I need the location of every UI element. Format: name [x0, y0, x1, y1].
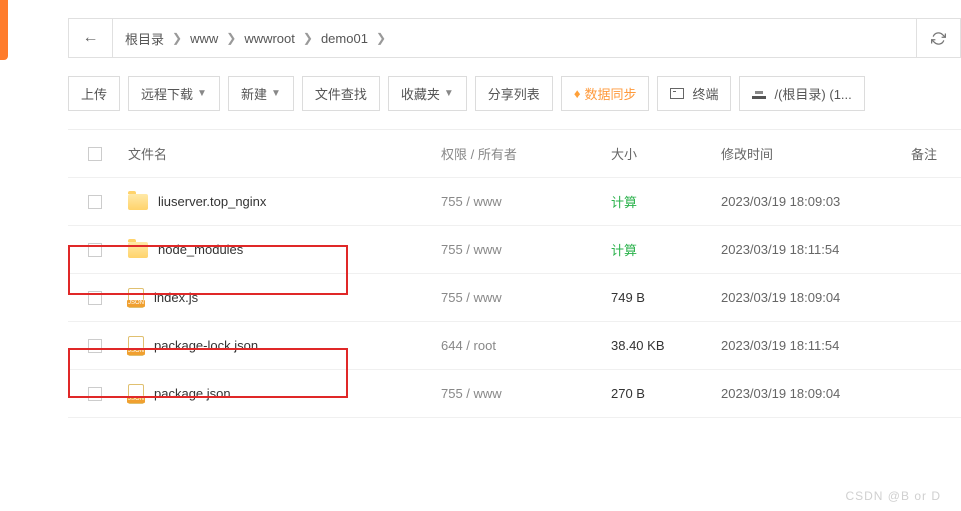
breadcrumb-root[interactable]: 根目录 [125, 29, 164, 48]
file-icon [128, 384, 144, 404]
main-panel: ← 根目录 ❯ www ❯ wwwroot ❯ demo01 ❯ 上传 远程下载… [20, 0, 961, 418]
label: 终端 [692, 84, 718, 103]
breadcrumb-bar: ← 根目录 ❯ www ❯ wwwroot ❯ demo01 ❯ [68, 18, 961, 58]
label: 收藏夹 [401, 84, 440, 103]
file-time: 2023/03/19 18:11:54 [721, 338, 911, 353]
file-size: 38.40 KB [611, 338, 721, 353]
table-header: 文件名 权限 / 所有者 大小 修改时间 备注 [68, 130, 961, 178]
label: 远程下载 [141, 84, 193, 103]
disk-icon [752, 89, 766, 99]
breadcrumb-item[interactable]: www [190, 31, 218, 46]
col-time[interactable]: 修改时间 [721, 144, 911, 163]
watermark: CSDN @B or D [845, 489, 941, 503]
terminal-button[interactable]: 终端 [657, 76, 731, 111]
file-icon [128, 288, 144, 308]
file-name[interactable]: package-lock.json [154, 338, 258, 353]
upload-button[interactable]: 上传 [68, 76, 120, 111]
col-perm[interactable]: 权限 / 所有者 [441, 144, 611, 163]
table-row[interactable]: package-lock.json 644 / root38.40 KB2023/… [68, 322, 961, 370]
col-size[interactable]: 大小 [611, 144, 721, 163]
file-time: 2023/03/19 18:09:03 [721, 194, 911, 209]
file-name[interactable]: package.json [154, 386, 231, 401]
file-name[interactable]: index.js [154, 290, 198, 305]
file-time: 2023/03/19 18:09:04 [721, 290, 911, 305]
disk-button[interactable]: /(根目录) (1... [739, 76, 864, 111]
col-name[interactable]: 文件名 [122, 144, 441, 163]
table-row[interactable]: index.js 755 / www749 B2023/03/19 18:09:0… [68, 274, 961, 322]
favorites-button[interactable]: 收藏夹 ▼ [388, 76, 467, 111]
table-row[interactable]: node_modules 755 / www计算2023/03/19 18:11:… [68, 226, 961, 274]
gem-icon: ♦ [574, 86, 581, 101]
row-checkbox[interactable] [88, 387, 102, 401]
row-checkbox[interactable] [88, 243, 102, 257]
file-size[interactable]: 计算 [611, 240, 721, 259]
file-table: 文件名 权限 / 所有者 大小 修改时间 备注 liuserver.top_ng… [68, 129, 961, 418]
folder-icon [128, 194, 148, 210]
file-size: 749 B [611, 290, 721, 305]
select-all-checkbox[interactable] [88, 147, 102, 161]
terminal-icon [670, 88, 684, 99]
file-perm: 755 / www [441, 194, 611, 209]
chevron-right-icon: ❯ [172, 31, 182, 45]
row-checkbox[interactable] [88, 339, 102, 353]
breadcrumb: 根目录 ❯ www ❯ wwwroot ❯ demo01 ❯ [113, 29, 916, 48]
label: 数据同步 [584, 84, 636, 103]
refresh-icon [931, 31, 946, 46]
new-button[interactable]: 新建 ▼ [228, 76, 294, 111]
file-perm: 755 / www [441, 386, 611, 401]
file-size[interactable]: 计算 [611, 192, 721, 211]
chevron-down-icon: ▼ [197, 88, 207, 99]
chevron-down-icon: ▼ [444, 88, 454, 99]
chevron-right-icon: ❯ [303, 31, 313, 45]
file-icon [128, 336, 144, 356]
file-perm: 755 / www [441, 242, 611, 257]
label: 新建 [241, 84, 267, 103]
table-row[interactable]: liuserver.top_nginx 755 / www计算2023/03/19… [68, 178, 961, 226]
col-note[interactable]: 备注 [911, 144, 961, 163]
back-button[interactable]: ← [69, 19, 113, 57]
left-accent [0, 0, 8, 60]
breadcrumb-item[interactable]: wwwroot [244, 31, 295, 46]
file-time: 2023/03/19 18:09:04 [721, 386, 911, 401]
toolbar: 上传 远程下载 ▼ 新建 ▼ 文件查找 收藏夹 ▼ 分享列表 ♦数据同步 终端 /(根… [68, 76, 961, 111]
file-name[interactable]: liuserver.top_nginx [158, 194, 266, 209]
search-button[interactable]: 文件查找 [302, 76, 380, 111]
row-checkbox[interactable] [88, 195, 102, 209]
row-checkbox[interactable] [88, 291, 102, 305]
breadcrumb-item[interactable]: demo01 [321, 31, 368, 46]
folder-icon [128, 242, 148, 258]
table-row[interactable]: package.json 755 / www270 B2023/03/19 18:… [68, 370, 961, 418]
file-perm: 755 / www [441, 290, 611, 305]
file-perm: 644 / root [441, 338, 611, 353]
file-size: 270 B [611, 386, 721, 401]
chevron-right-icon: ❯ [226, 31, 236, 45]
file-name[interactable]: node_modules [158, 242, 243, 257]
file-time: 2023/03/19 18:11:54 [721, 242, 911, 257]
remote-download-button[interactable]: 远程下载 ▼ [128, 76, 220, 111]
refresh-button[interactable] [916, 19, 960, 57]
chevron-down-icon: ▼ [271, 88, 281, 99]
sync-button[interactable]: ♦数据同步 [561, 76, 650, 111]
share-button[interactable]: 分享列表 [475, 76, 553, 111]
chevron-right-icon: ❯ [376, 31, 386, 45]
label: /(根目录) (1... [774, 84, 851, 103]
